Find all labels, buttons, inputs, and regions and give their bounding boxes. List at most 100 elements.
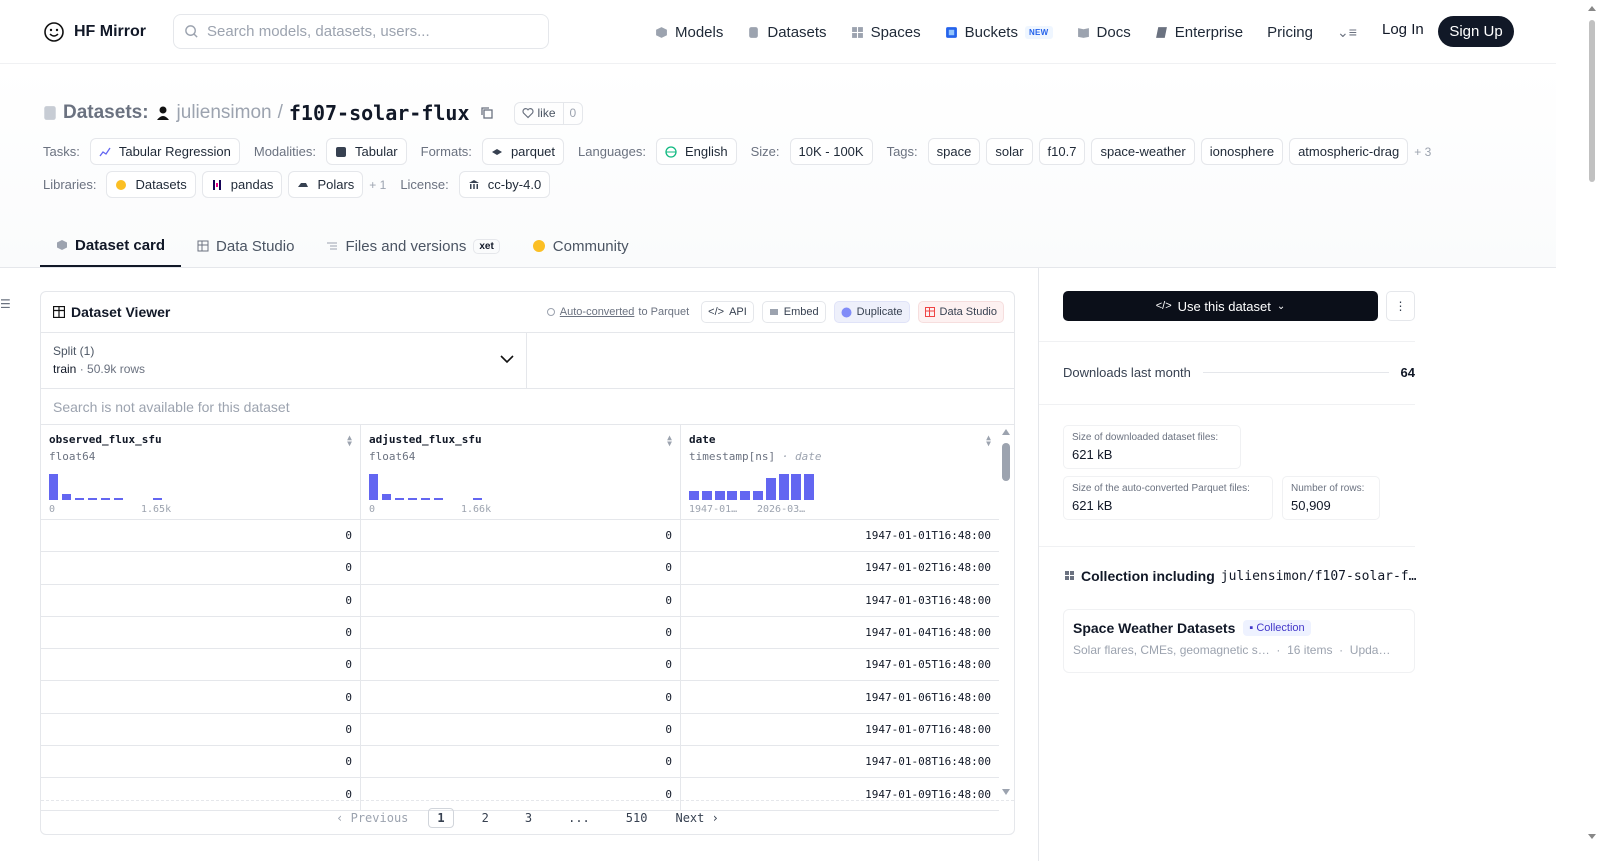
- nav-buckets[interactable]: Buckets NEW: [945, 19, 1053, 45]
- table-cell[interactable]: 1947-01-05T16:48:00: [681, 649, 999, 680]
- nav-spaces[interactable]: Spaces: [851, 19, 921, 45]
- table-cell[interactable]: 0: [361, 713, 681, 746]
- copy-icon[interactable]: [480, 106, 494, 120]
- tab-community[interactable]: Community: [516, 225, 645, 267]
- tag-space[interactable]: space: [927, 138, 981, 165]
- modality-tag[interactable]: Tabular: [326, 138, 407, 165]
- more-menu-icon[interactable]: ⌄≡: [1337, 24, 1357, 41]
- signup-button[interactable]: Sign Up: [1438, 16, 1514, 47]
- histogram-bar[interactable]: [753, 490, 763, 500]
- sidebar-toggle-icon[interactable]: ☰: [0, 297, 11, 311]
- page-3[interactable]: 3: [517, 809, 540, 827]
- format-tag[interactable]: parquet: [481, 138, 565, 165]
- data-studio-button[interactable]: Data Studio: [917, 301, 1004, 323]
- tab-dataset-card[interactable]: Dataset card: [40, 225, 182, 267]
- library-polars[interactable]: Polars: [288, 171, 364, 198]
- library-pandas[interactable]: pandas: [201, 171, 283, 198]
- histogram-bar[interactable]: [778, 474, 789, 500]
- table-cell[interactable]: 0: [361, 681, 681, 713]
- scroll-up-icon[interactable]: [1588, 6, 1596, 11]
- table-row[interactable]: 0 0 1947-01-06T16:48:00: [41, 681, 999, 714]
- histogram-bar[interactable]: [689, 490, 699, 500]
- page-scroll-thumb[interactable]: [1589, 20, 1595, 182]
- duplicate-button[interactable]: Duplicate: [833, 301, 910, 323]
- scroll-up-icon[interactable]: [1002, 429, 1010, 435]
- table-cell[interactable]: 1947-01-06T16:48:00: [681, 681, 999, 712]
- table-cell[interactable]: 0: [41, 681, 361, 713]
- table-row[interactable]: 0 0 1947-01-07T16:48:00: [41, 713, 999, 747]
- tags-more[interactable]: + 3: [1414, 145, 1431, 159]
- histogram-bar[interactable]: [701, 490, 712, 500]
- table-cell[interactable]: 0: [41, 649, 361, 681]
- nav-pricing[interactable]: Pricing: [1267, 19, 1313, 45]
- table-cell[interactable]: 0: [41, 616, 361, 649]
- histogram-bar[interactable]: [382, 494, 391, 500]
- table-cell[interactable]: 1947-01-07T16:48:00: [681, 714, 999, 745]
- histogram-bar[interactable]: [75, 498, 84, 500]
- previous-button[interactable]: ‹ Previous: [336, 811, 408, 825]
- histogram-bar[interactable]: [49, 474, 58, 500]
- language-tag[interactable]: English: [655, 138, 737, 165]
- owner-link[interactable]: juliensimon: [177, 102, 272, 124]
- page-1[interactable]: 1: [428, 807, 454, 828]
- nav-models[interactable]: Models: [655, 19, 723, 45]
- use-dataset-button[interactable]: </> Use this dataset ⌄: [1063, 291, 1378, 321]
- login-link[interactable]: Log In: [1382, 21, 1424, 38]
- brand-link[interactable]: HF Mirror: [42, 20, 146, 44]
- table-cell[interactable]: 0: [41, 746, 361, 778]
- table-cell[interactable]: 1947-01-04T16:48:00: [681, 617, 999, 648]
- tag-solar[interactable]: solar: [986, 138, 1033, 165]
- tag-atmospheric-drag[interactable]: atmospheric-drag: [1289, 138, 1409, 165]
- more-options-icon[interactable]: ⋮: [1386, 291, 1415, 321]
- table-cell[interactable]: 0: [41, 552, 361, 584]
- embed-button[interactable]: Embed: [761, 301, 826, 323]
- table-cell[interactable]: 1947-01-02T16:48:00: [681, 552, 999, 583]
- sort-icon[interactable]: ▲ ▼: [986, 434, 991, 448]
- libraries-more[interactable]: + 1: [369, 178, 386, 192]
- size-tag[interactable]: 10K - 100K: [789, 138, 873, 165]
- histogram-bar[interactable]: [804, 474, 815, 500]
- histogram-bar[interactable]: [727, 490, 738, 500]
- tag-f107[interactable]: f10.7: [1038, 138, 1086, 165]
- api-button[interactable]: </> API: [701, 301, 754, 323]
- scroll-thumb[interactable]: [1002, 443, 1010, 481]
- tag-ionosphere[interactable]: ionosphere: [1200, 138, 1284, 165]
- table-cell[interactable]: 1947-01-08T16:48:00: [681, 746, 999, 777]
- next-button[interactable]: Next ›: [675, 811, 718, 825]
- split-selector[interactable]: Split (1) train · 50.9k rows: [41, 333, 527, 388]
- table-cell[interactable]: 0: [361, 552, 681, 584]
- table-cell[interactable]: 0: [41, 520, 361, 552]
- histogram-bar[interactable]: [791, 474, 802, 500]
- histogram-bar[interactable]: [153, 498, 162, 500]
- tab-files[interactable]: Files and versions xet: [310, 225, 515, 267]
- table-cell[interactable]: 0: [41, 584, 361, 616]
- tag-space-weather[interactable]: space-weather: [1091, 138, 1195, 165]
- column-header[interactable]: observed_flux_sfu float64 ▲ ▼ 0 1.65k: [41, 425, 361, 519]
- collection-card[interactable]: Space Weather Datasets ▪ Collection Solar…: [1063, 609, 1415, 673]
- page-scrollbar[interactable]: [1584, 0, 1600, 861]
- nav-enterprise[interactable]: Enterprise: [1155, 19, 1243, 45]
- sort-icon[interactable]: ▲ ▼: [347, 434, 352, 448]
- table-cell[interactable]: 1947-01-03T16:48:00: [681, 585, 999, 616]
- table-row[interactable]: 0 0 1947-01-03T16:48:00: [41, 584, 999, 617]
- histogram-bar[interactable]: [114, 498, 123, 500]
- tab-data-studio[interactable]: Data Studio: [181, 225, 310, 267]
- table-cell[interactable]: 0: [41, 713, 361, 746]
- histogram-bar[interactable]: [62, 494, 71, 500]
- nav-datasets[interactable]: Datasets: [747, 19, 827, 45]
- scroll-down-icon[interactable]: [1002, 789, 1010, 795]
- table-cell[interactable]: 1947-01-01T16:48:00: [681, 520, 999, 551]
- table-row[interactable]: 0 0 1947-01-05T16:48:00: [41, 649, 999, 682]
- table-cell[interactable]: 0: [361, 746, 681, 778]
- page-last[interactable]: 510: [618, 809, 656, 827]
- histogram-bar[interactable]: [421, 498, 430, 500]
- column-header[interactable]: adjusted_flux_sfu float64 ▲ ▼ 0 1.66k: [361, 425, 681, 519]
- table-cell[interactable]: 0: [361, 649, 681, 681]
- page-2[interactable]: 2: [474, 809, 497, 827]
- histogram-bar[interactable]: [101, 498, 110, 500]
- histogram-bar[interactable]: [88, 498, 97, 500]
- library-datasets[interactable]: Datasets: [106, 171, 196, 198]
- search-input[interactable]: [207, 23, 527, 40]
- histogram-bar[interactable]: [740, 490, 751, 500]
- histogram-bar[interactable]: [369, 474, 378, 500]
